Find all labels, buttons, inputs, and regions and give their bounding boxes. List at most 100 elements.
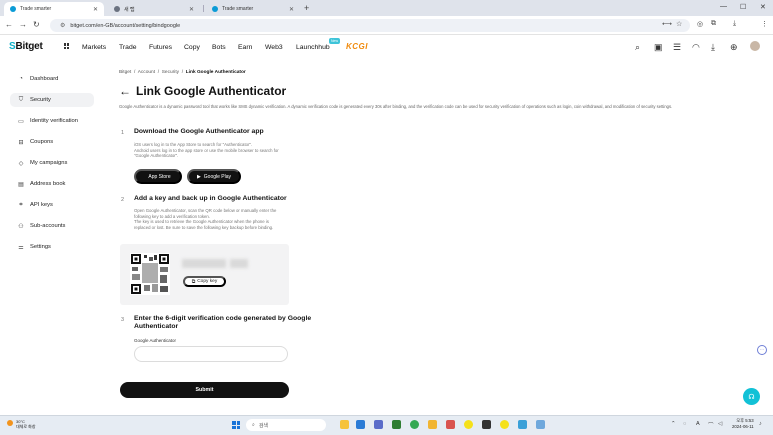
app-store-label: App Store <box>148 173 171 180</box>
browser-tab-1[interactable]: Trade smarter ✕ <box>4 2 104 16</box>
user-avatar[interactable] <box>750 41 760 51</box>
taskbar-app-icon[interactable] <box>356 420 365 429</box>
translate-icon[interactable]: ⟷ <box>662 20 672 28</box>
sidebar-item-my-campaigns[interactable]: ◇ My campaigns <box>10 156 94 170</box>
step-1-desc-line: "Google Authenticator". <box>134 153 179 158</box>
sidebar-item-api-keys[interactable]: ⌗ API keys <box>10 198 94 212</box>
sidebar-item-label: API keys <box>30 202 53 208</box>
address-book-icon: ▤ <box>18 181 24 188</box>
taskbar-app-icon[interactable] <box>482 420 491 429</box>
taskbar-app-icon[interactable] <box>392 420 401 429</box>
taskbar-app-icon[interactable] <box>428 420 437 429</box>
step-2-number: 2 <box>121 197 125 203</box>
screenshot-icon[interactable]: ◎ <box>697 20 703 28</box>
download-app-icon[interactable]: ⤓ <box>711 42 715 53</box>
breadcrumb-bitget[interactable]: Bitget <box>119 70 131 75</box>
nav-markets[interactable]: Markets <box>82 44 106 51</box>
taskbar-app-icon[interactable] <box>340 420 349 429</box>
sidebar-item-identity-verification[interactable]: ▭ Identity verification <box>10 114 94 128</box>
apps-grid-icon[interactable] <box>64 43 70 49</box>
nav-bots[interactable]: Bots <box>212 44 226 51</box>
minimize-icon[interactable]: — <box>720 3 727 10</box>
app-store-button[interactable]: App Store <box>134 169 182 184</box>
taskbar-app-icon[interactable] <box>536 420 545 429</box>
copy-key-label: Copy key <box>197 279 218 284</box>
reload-icon[interactable]: ↻ <box>33 20 40 29</box>
kakaotalk-taskbar-icon[interactable] <box>464 420 473 429</box>
nav-earn[interactable]: Earn <box>238 44 252 51</box>
url-text: bitget.com/en-GB/account/setting/bindgoo… <box>70 22 181 29</box>
support-chat-icon[interactable]: ☊ <box>743 388 760 405</box>
bitget-favicon-icon <box>212 6 218 12</box>
new-tab-plus-icon[interactable]: + <box>304 3 309 13</box>
tray-volume-icon[interactable]: ◁ <box>718 421 722 427</box>
notification-bell-icon[interactable]: ◠ <box>692 42 700 53</box>
sidebar-item-coupons[interactable]: ⊟ Coupons <box>10 135 94 149</box>
sidebar-item-address-book[interactable]: ▤ Address book <box>10 177 94 191</box>
step-3-number: 3 <box>121 317 125 323</box>
weather-widget[interactable]: 30°C 대체로 화창 <box>7 419 36 429</box>
taskbar-search-placeholder: 검색 <box>258 422 269 429</box>
step-1-title: Download the Google Authenticator app <box>134 128 264 135</box>
nav-launchhub[interactable]: Launchhub <box>296 44 330 51</box>
nav-copy[interactable]: Copy <box>184 44 200 51</box>
breadcrumb-account[interactable]: Account <box>138 70 155 75</box>
tray-notification-bell-icon[interactable]: ♪ <box>759 421 762 427</box>
chrome-menu-icon[interactable]: ⋮ <box>761 20 768 28</box>
kcgi-promo-logo[interactable]: KCGI <box>346 42 368 51</box>
close-window-icon[interactable]: ✕ <box>760 3 766 11</box>
tray-wifi-icon[interactable]: ⌒ <box>708 421 714 429</box>
sub-accounts-icon: ⚇ <box>18 223 24 230</box>
floating-menu-icon[interactable]: ⋯ <box>757 345 767 355</box>
close-tab-icon[interactable]: ✕ <box>189 6 194 13</box>
taskbar-app-icon[interactable] <box>374 420 383 429</box>
address-bar[interactable]: ⚙ bitget.com/en-GB/account/setting/bindg… <box>50 19 690 32</box>
language-globe-icon[interactable]: ⊕ <box>730 42 738 53</box>
taskbar-app-icon[interactable] <box>500 420 509 429</box>
browser-tab-3[interactable]: Trade smarter ✕ <box>206 2 300 16</box>
download-icon[interactable]: ⤓ <box>733 20 736 28</box>
tray-chevron-up-icon[interactable]: ⌃ <box>671 421 676 427</box>
back-arrow-icon[interactable]: ← <box>119 84 131 98</box>
verification-code-input[interactable] <box>134 346 288 362</box>
extensions-icon[interactable]: ⧉ <box>711 20 716 28</box>
taskbar-app-icon[interactable] <box>446 420 455 429</box>
google-play-button[interactable]: ▶ Google Play <box>187 169 241 184</box>
nav-web3[interactable]: Web3 <box>265 44 283 51</box>
sidebar-item-security[interactable]: ⛉ Security <box>10 93 94 107</box>
step-2-title: Add a key and back up in Google Authenti… <box>134 195 287 202</box>
nav-futures[interactable]: Futures <box>149 44 172 51</box>
bitget-logo[interactable]: SBitget <box>9 41 43 52</box>
coupon-icon: ⊟ <box>18 139 24 146</box>
maximize-icon[interactable]: ☐ <box>740 3 746 11</box>
tray-network-icon[interactable]: ◌ <box>683 421 686 427</box>
chrome-taskbar-icon[interactable] <box>410 420 419 429</box>
breadcrumb-security[interactable]: Security <box>162 70 179 75</box>
sidebar-item-sub-accounts[interactable]: ⚇ Sub-accounts <box>10 219 94 233</box>
back-arrow-icon[interactable]: ← <box>5 20 13 29</box>
taskbar-search[interactable]: ⌕ 검색 <box>246 419 326 431</box>
browser-tab-2[interactable]: 새 탭 ✕ <box>108 2 200 16</box>
windows-start-icon[interactable] <box>232 421 240 429</box>
step-1-description: iOS users log in to the App Store to sea… <box>134 142 304 159</box>
forward-arrow-icon[interactable]: → <box>19 20 27 29</box>
bookmark-star-icon[interactable]: ☆ <box>676 20 682 28</box>
step-3-title-line: Enter the 6-digit verification code gene… <box>134 315 312 322</box>
sidebar-item-settings[interactable]: ⚌ Settings <box>10 240 94 254</box>
submit-button[interactable]: Submit <box>120 382 289 398</box>
tray-ime-icon[interactable]: A <box>696 421 700 427</box>
weather-description: 대체로 화창 <box>16 424 36 429</box>
id-card-icon: ▭ <box>18 118 24 125</box>
close-tab-icon[interactable]: ✕ <box>289 6 294 13</box>
nav-trade[interactable]: Trade <box>119 44 137 51</box>
search-icon[interactable]: ⌕ <box>635 42 640 53</box>
orders-icon[interactable]: ☰ <box>673 42 681 53</box>
taskbar-clock[interactable]: 오후 5:53 2024-06-11 <box>732 418 754 430</box>
copy-key-button[interactable]: ⧉ Copy key <box>183 276 226 287</box>
sidebar-item-dashboard[interactable]: ◔ Dashboard <box>10 72 94 86</box>
wallet-icon[interactable]: ▣ <box>654 42 663 53</box>
taskbar-app-icon[interactable] <box>518 420 527 429</box>
close-tab-icon[interactable]: ✕ <box>93 6 98 13</box>
tab-label: 새 탭 <box>124 6 135 13</box>
site-info-icon[interactable]: ⚙ <box>60 22 65 29</box>
